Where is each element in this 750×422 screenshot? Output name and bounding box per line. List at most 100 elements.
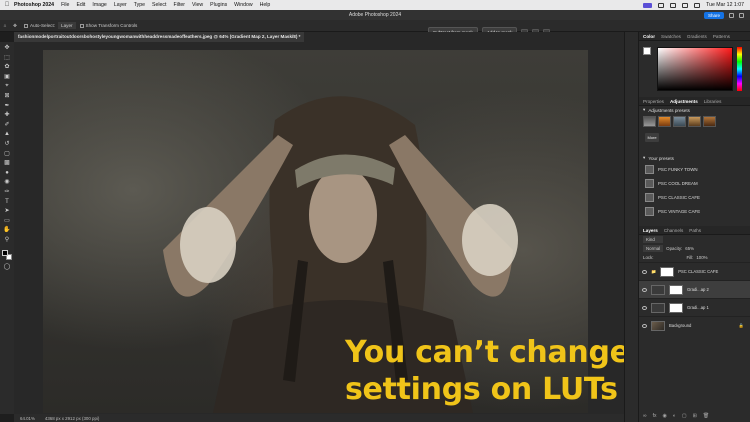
tab-patterns[interactable]: Patterns (713, 34, 730, 39)
new-group-icon[interactable]: ▢ (682, 413, 687, 419)
tab-libraries[interactable]: Libraries (704, 99, 722, 104)
preset-item[interactable]: PSC CLASSIC CAFE (639, 190, 750, 204)
adjustment-layer-icon[interactable]: ◐ (673, 413, 676, 419)
current-color-swatch[interactable] (643, 47, 651, 55)
fill-value[interactable]: 100% (696, 255, 707, 260)
tab-gradients[interactable]: Gradients (687, 34, 707, 39)
layer-kind-filter[interactable]: Kind (643, 236, 663, 243)
tab-channels[interactable]: Channels (664, 228, 683, 233)
object-select-tool-icon[interactable]: ▣ (3, 74, 11, 80)
mask-thumbnail[interactable] (669, 302, 683, 313)
tab-adjustments[interactable]: Adjustments (670, 99, 698, 104)
preset-thumb[interactable] (643, 116, 656, 127)
auto-select-dropdown[interactable]: Layer (58, 22, 76, 29)
eye-icon[interactable] (642, 287, 647, 292)
menu-type[interactable]: Type (134, 2, 145, 8)
color-picker-field[interactable] (657, 47, 733, 91)
share-button[interactable]: Share (703, 11, 724, 19)
clone-stamp-tool-icon[interactable]: ▲ (3, 131, 11, 137)
gradient-tool-icon[interactable]: ▩ (3, 160, 11, 166)
preset-item[interactable]: PSC COOL DREAM (639, 176, 750, 190)
layer-row[interactable]: Gradi...ap 1 (639, 298, 750, 316)
tab-layers[interactable]: Layers (643, 228, 658, 233)
history-brush-tool-icon[interactable]: ↺ (3, 141, 11, 147)
trash-icon[interactable]: 🗑 (703, 413, 709, 419)
menu-filter[interactable]: Filter (173, 2, 185, 8)
apple-icon[interactable]:  (0, 2, 14, 8)
adjustment-presets-header[interactable]: ▾ Adjustments presets (639, 106, 750, 114)
marquee-tool-icon[interactable]: ⬚ (3, 55, 11, 61)
lasso-tool-icon[interactable]: ✿ (3, 64, 11, 70)
menu-view[interactable]: View (192, 2, 203, 8)
control-center-icon[interactable] (658, 2, 665, 8)
menu-plugins[interactable]: Plugins (210, 2, 227, 8)
shape-tool-icon[interactable]: ▭ (3, 218, 11, 224)
add-mask-icon[interactable]: ◉ (662, 413, 666, 419)
document-dimensions[interactable]: 4368 px x 2912 px (300 ppi) (45, 416, 99, 421)
your-presets-header[interactable]: ▾ Your presets (639, 154, 750, 162)
lock-icon[interactable]: 🔒 (739, 323, 744, 329)
wifi-icon[interactable] (682, 2, 689, 8)
preset-item[interactable]: PSC FUNKY TOWN (639, 162, 750, 176)
tab-swatches[interactable]: Swatches (661, 34, 681, 39)
search-icon[interactable] (729, 12, 734, 18)
brush-tool-icon[interactable]: ✐ (3, 122, 11, 128)
menu-layer[interactable]: Layer (114, 2, 127, 8)
app-menu[interactable]: Photoshop 2024 (14, 2, 54, 8)
color-swatches[interactable] (2, 250, 12, 261)
link-icon[interactable]: ∞ (643, 413, 647, 419)
preset-thumb[interactable] (658, 116, 671, 127)
auto-select-checkbox[interactable] (24, 23, 28, 28)
menu-file[interactable]: File (61, 2, 69, 8)
blur-tool-icon[interactable]: ● (3, 170, 11, 176)
healing-tool-icon[interactable]: ✚ (3, 112, 11, 118)
new-layer-icon[interactable]: ⊞ (693, 413, 697, 419)
workspace-icon[interactable] (739, 12, 744, 18)
dodge-tool-icon[interactable]: ◉ (3, 179, 11, 185)
type-tool-icon[interactable]: T (3, 199, 11, 205)
blend-mode-select[interactable]: Normal (643, 245, 664, 252)
hue-slider[interactable] (737, 47, 742, 91)
eraser-tool-icon[interactable]: ▢ (3, 151, 11, 157)
menu-select[interactable]: Select (152, 2, 166, 8)
layer-row[interactable]: Gradi...ap 2 (639, 280, 750, 298)
eye-icon[interactable] (642, 323, 647, 328)
hand-tool-icon[interactable]: ✋ (3, 227, 11, 233)
tab-color[interactable]: Color (643, 34, 655, 39)
foreground-color-swatch[interactable] (2, 250, 8, 257)
frame-tool-icon[interactable]: ⊠ (3, 93, 11, 99)
eyedropper-tool-icon[interactable]: ✒ (3, 103, 11, 109)
mask-thumbnail[interactable] (669, 284, 683, 295)
layer-row[interactable]: Background 🔒 (639, 316, 750, 334)
transform-controls-checkbox[interactable] (79, 23, 84, 28)
document-tab[interactable]: fashionmodelportraitoutdoorsbohostyleyou… (14, 32, 305, 42)
menu-help[interactable]: Help (260, 2, 271, 8)
spotlight-icon[interactable] (694, 2, 701, 8)
eye-icon[interactable] (642, 269, 647, 274)
opacity-value[interactable]: 65% (685, 246, 694, 251)
preset-thumb[interactable] (688, 116, 701, 127)
crop-tool-icon[interactable]: ⌖ (3, 83, 11, 89)
preset-item[interactable]: PSC VINTAGE CAFE (639, 204, 750, 218)
screen-record-icon[interactable] (643, 2, 653, 8)
tab-properties[interactable]: Properties (643, 99, 664, 104)
menu-image[interactable]: Image (92, 2, 106, 8)
menu-edit[interactable]: Edit (76, 2, 85, 8)
zoom-level[interactable]: 64.01% (20, 416, 35, 421)
eye-icon[interactable] (642, 305, 647, 310)
tab-paths[interactable]: Paths (689, 228, 701, 233)
move-icon[interactable]: ✥ (10, 23, 20, 29)
preset-thumb[interactable] (703, 116, 716, 127)
more-presets-button[interactable]: More (645, 133, 659, 142)
move-tool-icon[interactable]: ✥ (3, 45, 11, 51)
layer-row[interactable]: 📁 PSC CLASSIC CAFE (639, 262, 750, 280)
zoom-tool-icon[interactable]: ⚲ (3, 237, 11, 243)
fx-icon[interactable]: fx (653, 413, 657, 419)
preset-thumb[interactable] (673, 116, 686, 127)
path-select-tool-icon[interactable]: ➤ (3, 208, 11, 214)
home-icon[interactable]: ⌂ (0, 23, 10, 28)
quick-mask-icon[interactable]: ◯ (3, 264, 11, 270)
menu-window[interactable]: Window (234, 2, 252, 8)
pen-tool-icon[interactable]: ✑ (3, 189, 11, 195)
canvas-area[interactable]: You can’t change settings on LUTs (14, 42, 630, 414)
